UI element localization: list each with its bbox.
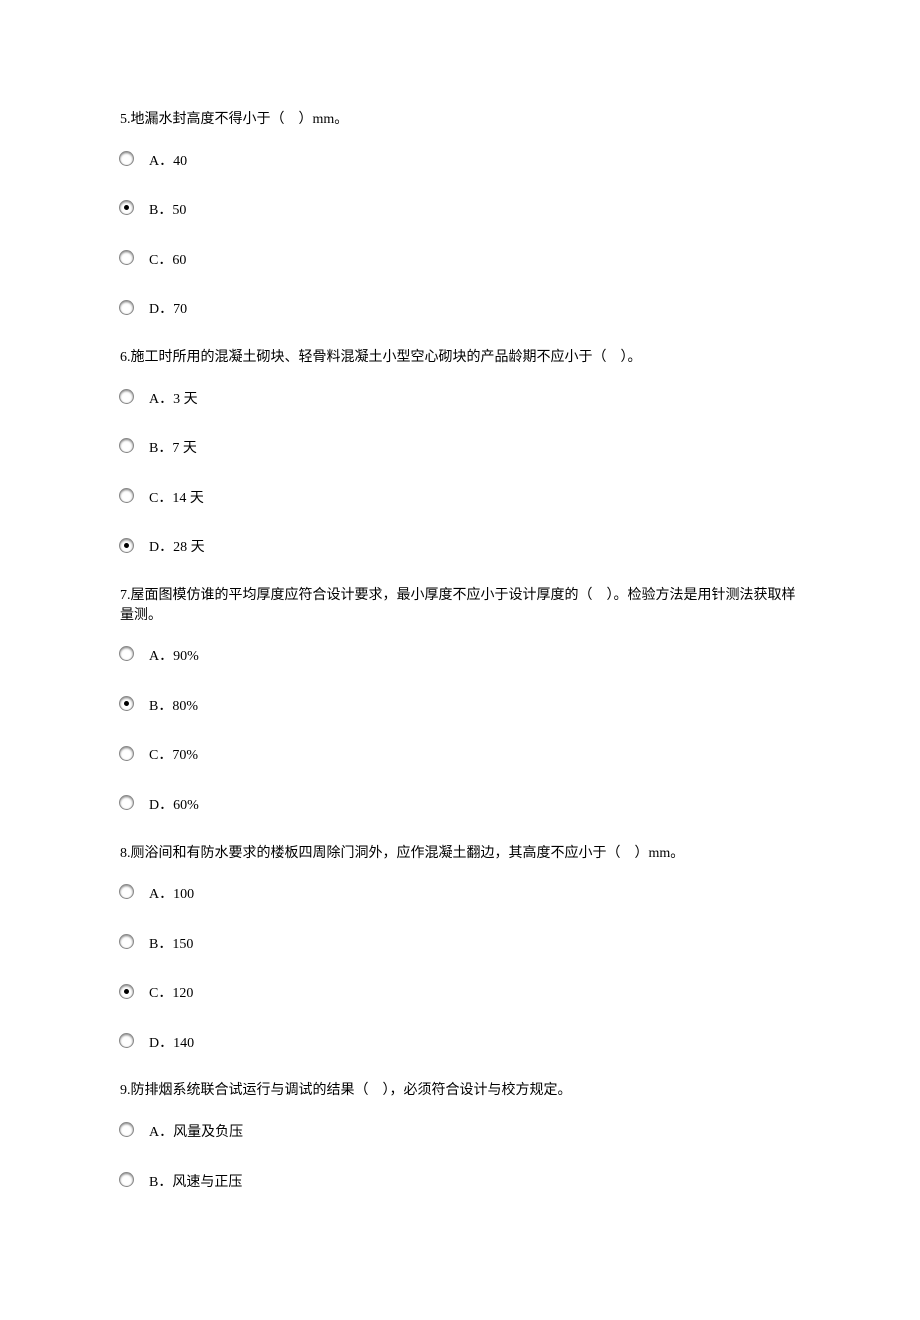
option-label: C．60 xyxy=(149,251,186,271)
option-row: A．100 xyxy=(120,885,800,905)
option-label: D．60% xyxy=(149,796,199,816)
option-row: D．60% xyxy=(120,796,800,816)
option-label: A．90% xyxy=(149,647,199,667)
option-label: A．3 天 xyxy=(149,390,198,410)
radio-button[interactable] xyxy=(120,796,133,809)
question-5: 5.地漏水封高度不得小于（ ）mm。 A．40 B．50 C．60 D．70 xyxy=(120,110,800,320)
question-text: 7.屋面图模仿谁的平均厚度应符合设计要求，最小厚度不应小于设计厚度的（ ）。检验… xyxy=(120,586,800,625)
option-label: B．80% xyxy=(149,697,198,717)
option-row: B．80% xyxy=(120,697,800,717)
option-row: C．120 xyxy=(120,984,800,1004)
option-label: A．40 xyxy=(149,152,187,172)
option-label: D．70 xyxy=(149,300,187,320)
option-label: C．120 xyxy=(149,984,193,1004)
radio-button[interactable] xyxy=(120,985,133,998)
radio-button[interactable] xyxy=(120,201,133,214)
option-row: B．风速与正压 xyxy=(120,1173,800,1193)
radio-button[interactable] xyxy=(120,489,133,502)
option-row: B．7 天 xyxy=(120,439,800,459)
option-row: D．70 xyxy=(120,300,800,320)
radio-button[interactable] xyxy=(120,697,133,710)
option-row: A．90% xyxy=(120,647,800,667)
option-row: C．70% xyxy=(120,746,800,766)
option-row: C．14 天 xyxy=(120,489,800,509)
option-row: B．150 xyxy=(120,935,800,955)
option-label: B．150 xyxy=(149,935,193,955)
option-label: C．14 天 xyxy=(149,489,204,509)
radio-button[interactable] xyxy=(120,251,133,264)
option-label: A．风量及负压 xyxy=(149,1123,243,1143)
radio-button[interactable] xyxy=(120,647,133,660)
option-label: B．7 天 xyxy=(149,439,197,459)
option-row: D．140 xyxy=(120,1034,800,1054)
question-text: 8.厕浴间和有防水要求的楼板四周除门洞外，应作混凝土翻边，其高度不应小于（ ）m… xyxy=(120,844,800,864)
radio-button[interactable] xyxy=(120,539,133,552)
option-row: B．50 xyxy=(120,201,800,221)
option-row: A．3 天 xyxy=(120,390,800,410)
radio-button[interactable] xyxy=(120,439,133,452)
radio-button[interactable] xyxy=(120,152,133,165)
option-label: A．100 xyxy=(149,885,194,905)
question-7: 7.屋面图模仿谁的平均厚度应符合设计要求，最小厚度不应小于设计厚度的（ ）。检验… xyxy=(120,586,800,816)
radio-button[interactable] xyxy=(120,935,133,948)
option-label: B．50 xyxy=(149,201,186,221)
question-text: 6.施工时所用的混凝土砌块、轻骨料混凝土小型空心砌块的产品龄期不应小于（ ）。 xyxy=(120,348,800,368)
radio-button[interactable] xyxy=(120,1034,133,1047)
option-label: D．28 天 xyxy=(149,538,205,558)
radio-button[interactable] xyxy=(120,301,133,314)
radio-button[interactable] xyxy=(120,747,133,760)
question-8: 8.厕浴间和有防水要求的楼板四周除门洞外，应作混凝土翻边，其高度不应小于（ ）m… xyxy=(120,844,800,1054)
option-row: C．60 xyxy=(120,251,800,271)
question-9: 9.防排烟系统联合试运行与调试的结果（ ），必须符合设计与校方规定。 A．风量及负… xyxy=(120,1081,800,1192)
option-row: D．28 天 xyxy=(120,538,800,558)
option-row: A．风量及负压 xyxy=(120,1123,800,1143)
option-label: B．风速与正压 xyxy=(149,1173,242,1193)
question-text: 5.地漏水封高度不得小于（ ）mm。 xyxy=(120,110,800,130)
radio-button[interactable] xyxy=(120,1123,133,1136)
question-text: 9.防排烟系统联合试运行与调试的结果（ ），必须符合设计与校方规定。 xyxy=(120,1081,800,1101)
option-row: A．40 xyxy=(120,152,800,172)
option-label: C．70% xyxy=(149,746,198,766)
radio-button[interactable] xyxy=(120,1173,133,1186)
option-label: D．140 xyxy=(149,1034,194,1054)
radio-button[interactable] xyxy=(120,885,133,898)
question-6: 6.施工时所用的混凝土砌块、轻骨料混凝土小型空心砌块的产品龄期不应小于（ ）。 A… xyxy=(120,348,800,558)
radio-button[interactable] xyxy=(120,390,133,403)
